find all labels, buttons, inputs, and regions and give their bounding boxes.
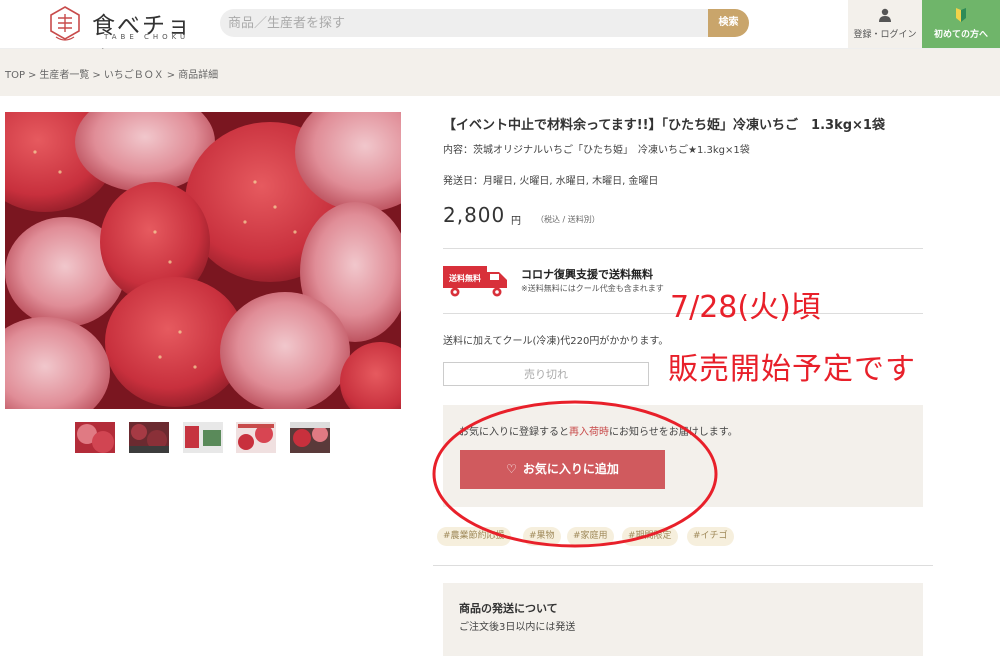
login-label: 登録・ログイン: [853, 30, 917, 40]
shipping-info-title: 商品の発送について: [459, 602, 558, 615]
thumbnail-image: [75, 422, 115, 453]
breadcrumb-separator: >: [166, 70, 176, 81]
logo-mark-icon: [50, 6, 80, 41]
thumbnail-5[interactable]: [290, 422, 330, 453]
shipping-info-box: 商品の発送について ご注文後3日以内には発送: [443, 583, 923, 656]
promo-note: ※送料無料にはクール代金も含まれます: [521, 284, 664, 293]
thumbnail-3[interactable]: [183, 422, 223, 453]
thumbnail-image: [290, 422, 330, 453]
logo-subtext: TABE CHOKU: [104, 33, 190, 41]
sold-out-button[interactable]: 売り切れ: [443, 362, 649, 386]
breadcrumb: TOP > 生産者一覧 > いちごＢＯＸ > 商品詳細: [5, 66, 218, 81]
thumbnail-image: [236, 422, 276, 453]
price-note: （税込 / 送料別）: [536, 215, 600, 224]
search-input[interactable]: [220, 9, 708, 37]
annotation-date: 7/28(火)頃: [670, 290, 821, 325]
product-price: 2,800: [443, 203, 506, 227]
beginner-mark-icon: [956, 8, 966, 22]
thumbnail-strip: [75, 422, 335, 454]
shipping-days: 発送日：月曜日, 火曜日, 水曜日, 木曜日, 金曜日: [443, 176, 659, 187]
first-time-label: 初めての方へ: [933, 30, 988, 40]
site-header: 食べチョク TABE CHOKU 検索 登録・ログイン 初めての方へ: [0, 0, 1000, 73]
price-unit: 円: [511, 216, 521, 227]
divider: [443, 248, 923, 249]
cool-fee-note: 送料に加えてクール(冷凍)代220円がかかります。: [443, 336, 669, 347]
divider: [433, 565, 933, 566]
frozen-strawberries-image: [5, 112, 401, 409]
breadcrumb-separator: >: [28, 70, 37, 81]
product-main-image: [5, 112, 401, 409]
search-button[interactable]: 検索: [708, 9, 749, 37]
breadcrumb-item-producers[interactable]: 生産者一覧: [39, 70, 89, 81]
product-title: 【イベント中止で材料余ってます!!】「ひたち姫」冷凍いちご 1.3kg×1袋: [443, 118, 885, 133]
breadcrumb-separator: >: [92, 70, 101, 81]
annotation-ellipse: [432, 400, 718, 548]
truck-icon: 送料無料: [443, 266, 507, 297]
promo-title: コロナ復興支援で送料無料: [521, 268, 653, 281]
thumbnail-4[interactable]: [236, 422, 276, 453]
thumbnail-1[interactable]: [75, 422, 115, 453]
logo[interactable]: 食べチョク TABE CHOKU: [46, 4, 206, 73]
thumbnail-image: [129, 422, 169, 453]
truck-label: 送料無料: [448, 273, 481, 283]
thumbnail-image: [183, 422, 223, 453]
product-content: 内容：茨城オリジナルいちご「ひたち姫」 冷凍いちご★1.3kg×1袋: [443, 145, 750, 156]
breadcrumb-bar: TOP > 生産者一覧 > いちごＢＯＸ > 商品詳細: [0, 49, 1000, 96]
thumbnail-2[interactable]: [129, 422, 169, 453]
breadcrumb-item-shop[interactable]: いちごＢＯＸ: [104, 70, 164, 81]
user-icon: [879, 8, 891, 22]
shipping-info-text: ご注文後3日以内には発送: [459, 622, 576, 633]
breadcrumb-item-top[interactable]: TOP: [5, 70, 25, 81]
login-button[interactable]: 登録・ログイン: [848, 0, 922, 48]
annotation-sale-start: 販売開始予定です: [668, 352, 916, 387]
breadcrumb-item-current: 商品詳細: [178, 70, 219, 81]
first-time-button[interactable]: 初めての方へ: [922, 0, 1000, 48]
